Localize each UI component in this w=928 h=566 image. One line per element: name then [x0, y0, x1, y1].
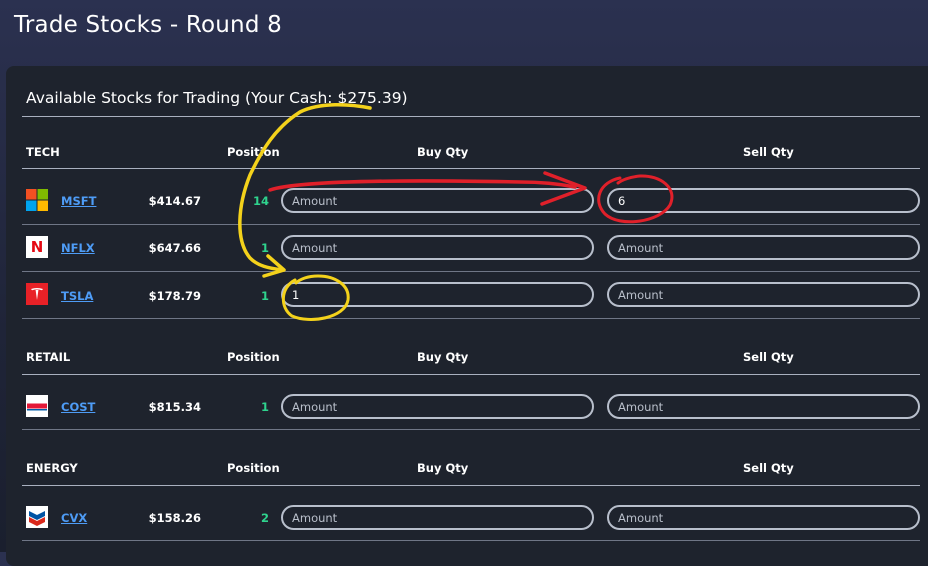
page-title: Trade Stocks - Round 8 — [14, 12, 282, 38]
row-divider — [22, 429, 920, 430]
price-cvx: $158.26 — [148, 511, 201, 525]
price-tsla: $178.79 — [148, 289, 201, 303]
ticker-link-msft[interactable]: MSFT — [61, 194, 96, 208]
buy-qty-input-cost[interactable] — [281, 394, 594, 419]
ticker-link-cvx[interactable]: CVX — [61, 511, 87, 525]
column-header-buy: Buy Qty — [417, 145, 469, 159]
position-nflx: 1 — [260, 241, 269, 255]
position-cost: 1 — [260, 400, 269, 414]
row-divider — [22, 318, 920, 319]
row-divider — [22, 271, 920, 272]
buy-qty-input-nflx[interactable] — [281, 235, 594, 260]
chevron-logo-icon — [26, 506, 48, 528]
column-header-position: Position — [227, 350, 280, 364]
divider — [22, 485, 920, 486]
ticker-link-nflx[interactable]: NFLX — [61, 241, 95, 255]
price-msft: $414.67 — [148, 194, 201, 208]
ticker-link-tsla[interactable]: TSLA — [61, 289, 93, 303]
section-label-energy: ENERGY — [26, 461, 78, 475]
trading-panel — [6, 66, 928, 566]
column-header-sell: Sell Qty — [743, 350, 794, 364]
microsoft-logo-icon — [26, 189, 48, 211]
sell-qty-input-msft[interactable] — [607, 188, 920, 213]
divider — [22, 168, 920, 169]
divider — [22, 116, 920, 117]
section-label-retail: RETAIL — [26, 350, 71, 364]
column-header-buy: Buy Qty — [417, 350, 469, 364]
position-tsla: 1 — [260, 289, 269, 303]
buy-qty-input-tsla[interactable] — [281, 282, 594, 307]
buy-qty-input-msft[interactable] — [281, 188, 594, 213]
price-nflx: $647.66 — [148, 241, 201, 255]
sell-qty-input-cost[interactable] — [607, 394, 920, 419]
sell-qty-input-cvx[interactable] — [607, 505, 920, 530]
column-header-sell: Sell Qty — [743, 461, 794, 475]
sell-qty-input-nflx[interactable] — [607, 235, 920, 260]
position-msft: 14 — [252, 194, 269, 208]
column-header-sell: Sell Qty — [743, 145, 794, 159]
column-header-buy: Buy Qty — [417, 461, 469, 475]
netflix-logo-icon: N — [26, 236, 48, 258]
row-divider — [22, 540, 920, 541]
column-header-position: Position — [227, 461, 280, 475]
divider — [22, 374, 920, 375]
section-label-tech: TECH — [26, 145, 60, 159]
column-header-position: Position — [227, 145, 280, 159]
ticker-link-cost[interactable]: COST — [61, 400, 95, 414]
tesla-logo-icon — [26, 283, 48, 305]
row-divider — [22, 224, 920, 225]
position-cvx: 2 — [260, 511, 269, 525]
costco-logo-icon — [26, 395, 48, 417]
sell-qty-input-tsla[interactable] — [607, 282, 920, 307]
buy-qty-input-cvx[interactable] — [281, 505, 594, 530]
panel-heading: Available Stocks for Trading (Your Cash:… — [26, 89, 408, 107]
price-cost: $815.34 — [148, 400, 201, 414]
